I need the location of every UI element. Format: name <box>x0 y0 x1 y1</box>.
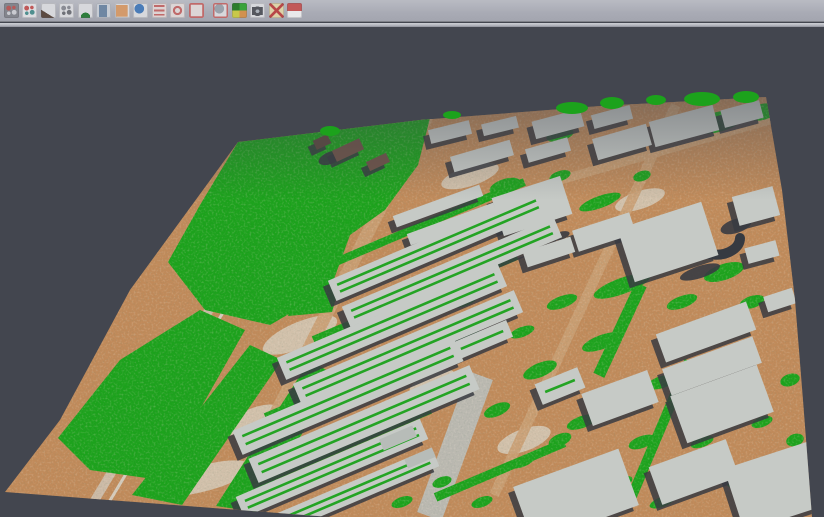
main-toolbar <box>0 0 824 22</box>
terrain-icon <box>41 3 56 18</box>
orthophoto-icon <box>115 3 130 18</box>
toolbar-button-layers[interactable] <box>151 3 167 19</box>
clip-region-icon <box>269 3 284 18</box>
toolbar-button-snapshot-camera[interactable] <box>250 3 266 19</box>
toolbar-button-classification-map[interactable] <box>231 3 247 19</box>
toolbar-button-orthophoto[interactable] <box>114 3 130 19</box>
toolbar-button-vegetation[interactable] <box>77 3 93 19</box>
toolbar-button-target[interactable] <box>170 3 186 19</box>
application-window: { "window": { "background": "#43464f", "… <box>0 0 824 517</box>
classification-map-icon <box>232 3 247 18</box>
toolbar-button-selection-extent[interactable] <box>188 3 204 19</box>
toolbar-button-thin-points[interactable] <box>59 3 75 19</box>
profile-icon <box>96 3 111 18</box>
toolbar-button-flag-marker[interactable] <box>287 3 303 19</box>
toolbar-button-sphere-view[interactable] <box>213 3 229 19</box>
toolbar-button-classify-points[interactable] <box>22 3 38 19</box>
vegetation-icon <box>78 3 93 18</box>
thin-points-icon <box>59 3 74 18</box>
toolbar-button-profile[interactable] <box>96 3 112 19</box>
sphere-view-icon <box>213 3 228 18</box>
toolbar-button-clip-region[interactable] <box>268 3 284 19</box>
layers-icon <box>152 3 167 18</box>
select-points-icon <box>4 3 19 18</box>
globe-icon <box>133 3 148 18</box>
target-icon <box>170 3 185 18</box>
viewport-3d-scene[interactable] <box>0 0 824 517</box>
toolbar-button-select-points[interactable] <box>3 3 19 19</box>
classify-points-icon <box>22 3 37 18</box>
flag-marker-icon <box>287 3 302 18</box>
snapshot-camera-icon <box>250 3 265 18</box>
toolbar-button-terrain[interactable] <box>40 3 56 19</box>
toolbar-button-globe[interactable] <box>133 3 149 19</box>
selection-extent-icon <box>189 3 204 18</box>
toolbar-edge-divider <box>0 23 824 27</box>
